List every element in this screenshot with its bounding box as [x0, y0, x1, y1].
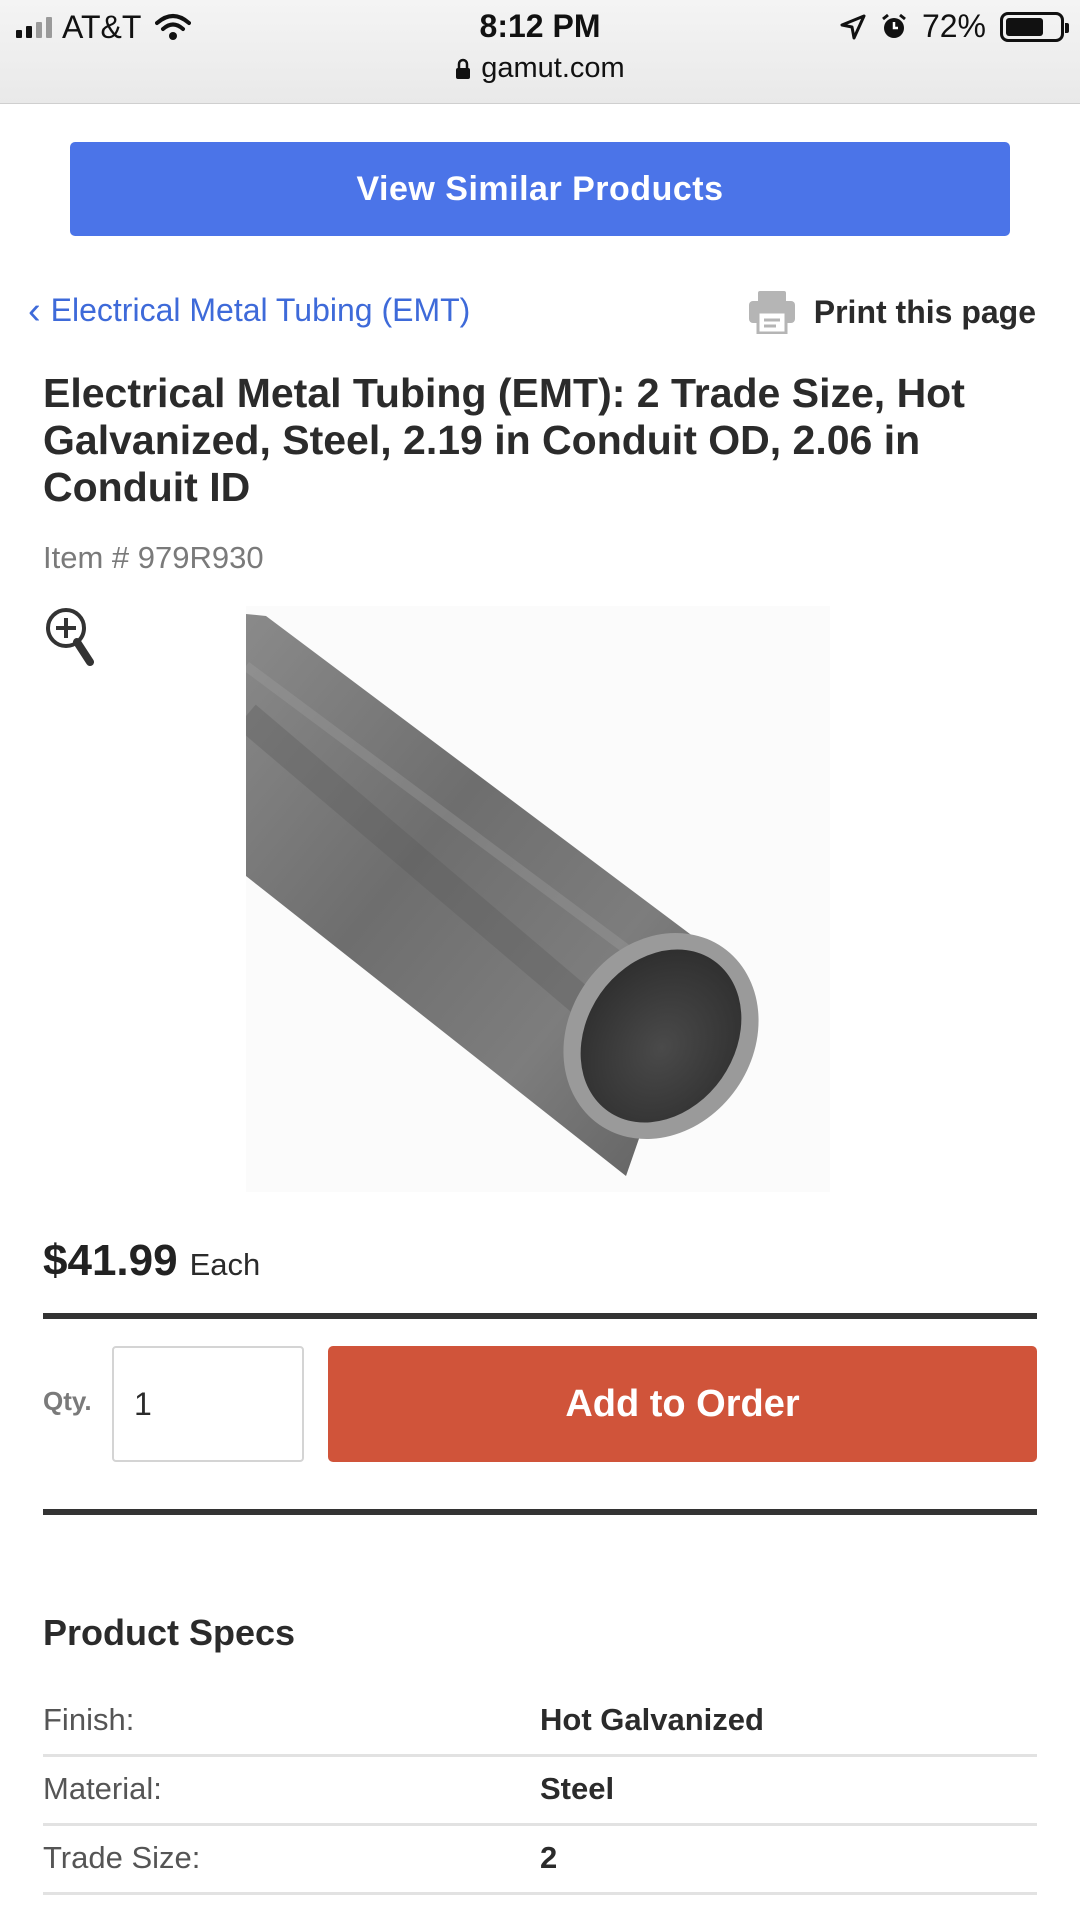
browser-top-bar: AT&T 8:12 PM 72% gamut.com [0, 0, 1080, 104]
add-to-order-button[interactable]: Add to Order [328, 1346, 1037, 1462]
breadcrumb-label: Electrical Metal Tubing (EMT) [50, 292, 471, 328]
spec-label: Trade Size: [43, 1840, 201, 1875]
chevron-left-icon: ‹ [28, 289, 41, 332]
breadcrumb-link[interactable]: ‹ Electrical Metal Tubing (EMT) [28, 289, 471, 332]
item-number: Item # 979R930 [43, 540, 264, 575]
lock-icon [456, 58, 471, 79]
product-title: Electrical Metal Tubing (EMT): 2 Trade S… [43, 370, 965, 510]
spec-value: 2 [540, 1840, 558, 1875]
price: $41.99 [43, 1236, 178, 1285]
location-arrow-icon [840, 14, 866, 39]
product-specs-heading: Product Specs [43, 1612, 296, 1653]
print-page-link[interactable]: Print this page [748, 290, 1036, 334]
url-text: gamut.com [481, 52, 625, 84]
spec-row-material: Material: Steel [43, 1757, 1037, 1826]
printer-icon [748, 291, 795, 334]
spec-label: Material: [43, 1771, 162, 1806]
print-label: Print this page [813, 293, 1036, 330]
divider-top [43, 1313, 1037, 1319]
qty-label: Qty. [43, 1386, 92, 1416]
spec-value: Hot Galvanized [540, 1702, 764, 1737]
conduit-tube-image [236, 614, 759, 1176]
product-image[interactable] [236, 606, 830, 1192]
view-similar-products-button[interactable]: View Similar Products [70, 142, 1010, 236]
spec-row-finish: Finish: Hot Galvanized [43, 1688, 1037, 1757]
zoom-in-icon[interactable] [44, 606, 94, 668]
quantity-input[interactable] [112, 1346, 304, 1462]
status-right: 72% [840, 8, 1069, 45]
spec-row-trade-size: Trade Size: 2 [43, 1826, 1037, 1895]
battery-icon [1000, 11, 1069, 42]
spec-value: Steel [540, 1771, 615, 1806]
divider-bottom [43, 1509, 1037, 1515]
spec-label: Finish: [43, 1702, 135, 1737]
price-row: $41.99 Each [43, 1236, 260, 1286]
price-unit: Each [189, 1247, 261, 1282]
battery-percent: 72% [921, 8, 986, 44]
address-bar[interactable]: gamut.com [0, 52, 1080, 85]
alarm-icon [882, 13, 906, 38]
